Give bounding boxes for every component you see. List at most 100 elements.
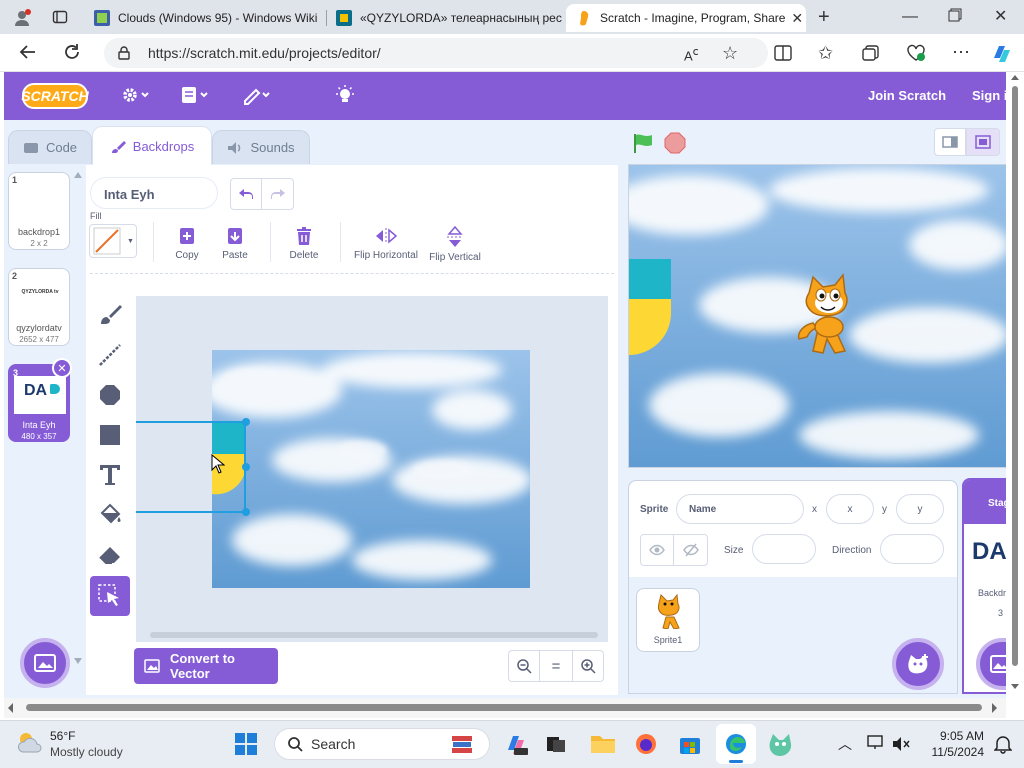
selection-handle[interactable] [242, 418, 250, 426]
minimize-icon[interactable]: — [902, 8, 918, 26]
firefox-icon[interactable] [634, 732, 658, 756]
file-explorer-icon[interactable] [590, 732, 616, 754]
collections-icon[interactable] [862, 45, 880, 61]
backdrop-item[interactable]: 1 backdrop1 2 x 2 [8, 172, 70, 250]
scratch-logo[interactable]: SCRATCH [21, 83, 89, 109]
hide-sprite-button[interactable] [674, 535, 707, 565]
clock-date[interactable]: 11/5/2024 [924, 745, 985, 759]
undo-button[interactable] [231, 179, 263, 209]
stop-icon[interactable] [664, 132, 686, 154]
task-view-icon[interactable] [546, 734, 566, 754]
new-tab-icon[interactable]: + [818, 6, 830, 29]
copilot-icon[interactable] [990, 42, 1012, 64]
browser-tab[interactable]: Clouds (Windows 95) - Windows Wiki ✕ [84, 4, 324, 32]
reload-icon[interactable] [62, 42, 82, 62]
scratch-app-icon[interactable] [766, 732, 792, 756]
sprite-tile[interactable]: Sprite1 [636, 588, 700, 652]
stage[interactable] [628, 164, 1006, 468]
address-bar[interactable]: https://scratch.mit.edu/projects/editor/ [104, 38, 768, 68]
volume-muted-icon[interactable] [892, 736, 910, 752]
flip-horizontal-button[interactable]: Flip Horizontal [352, 226, 420, 261]
backdrop-canvas[interactable] [212, 350, 530, 588]
copilot-pre-icon[interactable] [504, 732, 528, 756]
delete-backdrop-icon[interactable]: ✕ [52, 358, 72, 378]
page-horizontal-scrollbar[interactable] [4, 698, 1006, 718]
undo-icon [238, 188, 254, 200]
large-stage-button[interactable] [966, 128, 1000, 156]
read-aloud-icon[interactable]: Aⅽ [684, 45, 699, 63]
weather-description[interactable]: Mostly cloudy [50, 745, 123, 759]
selection-handle[interactable] [242, 463, 250, 471]
line-tool[interactable] [90, 335, 130, 375]
page-vertical-scrollbar[interactable] [1006, 72, 1024, 698]
microsoft-store-icon[interactable] [678, 732, 702, 756]
choose-sprite-button[interactable] [892, 638, 944, 690]
browser-essentials-icon[interactable] [906, 44, 926, 62]
network-icon[interactable] [866, 734, 886, 752]
tab-sounds[interactable]: Sounds [212, 130, 310, 164]
backdrop-item[interactable]: 2 QYZYLORDA tv qyzylordatv 2652 x 477 [8, 268, 70, 346]
tab-code[interactable]: Code [8, 130, 92, 164]
flip-vertical-button[interactable]: Flip Vertical [428, 226, 482, 263]
sign-in-link[interactable]: Sign in [972, 88, 1006, 103]
redo-button[interactable] [262, 179, 293, 209]
site-info-icon[interactable] [116, 45, 132, 61]
favorite-star-icon[interactable]: ☆ [722, 43, 738, 64]
edge-taskbar-button[interactable] [716, 724, 756, 764]
choose-backdrop-button[interactable] [20, 638, 70, 688]
text-tool[interactable] [90, 455, 130, 495]
convert-to-vector-button[interactable]: Convert to Vector [134, 648, 278, 684]
delete-button[interactable]: Delete [284, 226, 324, 261]
canvas-scrollbar[interactable] [150, 632, 598, 638]
browser-tab[interactable]: «QYZYLORDA» телеарнасының ресми ✕ [326, 4, 562, 32]
tray-overflow-chevron-icon[interactable]: ︿ [838, 734, 852, 754]
circle-tool[interactable] [90, 375, 130, 415]
restore-icon[interactable] [948, 8, 962, 22]
x-input[interactable]: x [826, 494, 874, 524]
file-menu-icon[interactable] [180, 84, 210, 106]
direction-input[interactable] [880, 534, 944, 564]
favorites-icon[interactable]: ✩ [818, 43, 833, 64]
show-sprite-button[interactable] [641, 535, 675, 565]
sprite-name-input[interactable]: Name [676, 494, 804, 524]
fill-tool[interactable] [90, 495, 130, 535]
brush-tool[interactable] [90, 295, 130, 335]
small-stage-button[interactable] [934, 128, 966, 156]
tab-actions-icon[interactable] [52, 9, 68, 25]
tab-close-icon[interactable]: ✕ [317, 10, 324, 27]
back-icon[interactable] [18, 42, 38, 62]
stage-sky-backdrop [629, 165, 1006, 467]
clock-time[interactable]: 9:05 AM [924, 729, 984, 743]
zoom-out-button[interactable] [508, 650, 540, 682]
start-windows-icon[interactable] [234, 732, 258, 756]
split-screen-icon[interactable] [774, 45, 792, 61]
settings-menu-icon[interactable] [120, 84, 150, 106]
books-widget-icon[interactable] [450, 732, 474, 756]
copy-button[interactable]: Copy [168, 226, 206, 261]
zoom-in-button[interactable] [572, 650, 604, 682]
backdrop-list-scrollbar[interactable] [73, 170, 83, 666]
weather-temperature[interactable]: 56°F [50, 729, 75, 743]
notifications-icon[interactable] [994, 734, 1012, 754]
rectangle-tool[interactable] [90, 415, 130, 455]
paste-button[interactable]: Paste [216, 226, 254, 261]
select-tool[interactable] [90, 576, 130, 616]
costume-name-input[interactable]: Inta Eyh [90, 177, 218, 209]
size-input[interactable] [752, 534, 816, 564]
tab-backdrops[interactable]: Backdrops [92, 126, 212, 166]
tab-close-icon[interactable]: ✕ [785, 10, 803, 27]
selection-box[interactable] [136, 421, 246, 513]
join-scratch-link[interactable]: Join Scratch [868, 88, 946, 103]
browser-tab-active[interactable]: Scratch - Imagine, Program, Share ✕ [566, 4, 806, 32]
eraser-tool[interactable] [90, 535, 130, 575]
tutorials-lightbulb-icon[interactable] [334, 84, 356, 106]
more-options-icon[interactable]: ⋯ [952, 42, 970, 63]
y-input[interactable]: y [896, 494, 944, 524]
green-flag-icon[interactable] [632, 132, 654, 154]
close-window-icon[interactable]: ✕ [994, 6, 1007, 26]
selection-handle[interactable] [242, 508, 250, 516]
fill-color-picker[interactable]: ▼ [89, 224, 137, 258]
profile-icon[interactable] [12, 8, 32, 28]
zoom-reset-button[interactable]: = [540, 650, 572, 682]
edit-menu-icon[interactable] [242, 84, 272, 106]
